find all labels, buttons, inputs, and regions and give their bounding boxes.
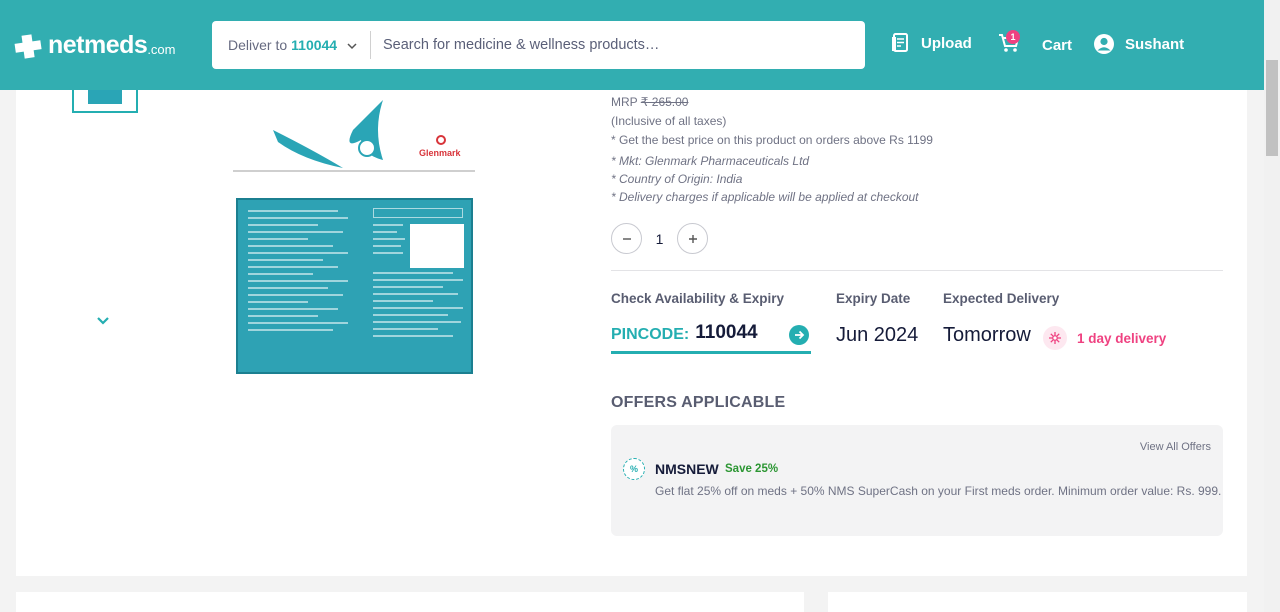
offer-save: Save 25% bbox=[725, 463, 779, 475]
tax-note: (Inclusive of all taxes) bbox=[611, 114, 727, 128]
upload-label: Upload bbox=[921, 34, 972, 52]
scrollbar-thumb[interactable] bbox=[1266, 60, 1278, 156]
expected-delivery-label: Expected Delivery bbox=[943, 291, 1060, 306]
pincode-input[interactable] bbox=[695, 322, 788, 344]
cart-count-badge: 1 bbox=[1006, 30, 1020, 44]
deliver-to-pincode: 110044 bbox=[291, 37, 338, 53]
site-header: netmeds .com Deliver to 110044 Upload 1 … bbox=[0, 0, 1280, 90]
expiry-date-label: Expiry Date bbox=[836, 291, 911, 306]
pincode-label: PINCODE: bbox=[611, 326, 690, 343]
cart-button[interactable]: 1 Cart bbox=[998, 30, 1073, 57]
cart-label: Cart bbox=[1042, 36, 1073, 54]
offer-description: Get flat 25% off on meds + 50% NMS Super… bbox=[655, 484, 1222, 498]
user-name: Sushant bbox=[1125, 35, 1185, 53]
product-image-back bbox=[236, 198, 473, 374]
manufacturer-note: * Mkt: Glenmark Pharmaceuticals Ltd bbox=[611, 154, 810, 168]
mrp-value: ₹ 265.00 bbox=[640, 95, 689, 109]
quantity-value: 1 bbox=[655, 230, 664, 247]
delivery-tag-label: 1 day delivery bbox=[1077, 330, 1167, 346]
check-availability-label: Check Availability & Expiry bbox=[611, 291, 785, 306]
offers-title: OFFERS APPLICABLE bbox=[611, 394, 786, 411]
plus-icon bbox=[688, 234, 697, 243]
quantity-stepper: 1 bbox=[611, 223, 708, 254]
logo-cross-icon bbox=[12, 32, 44, 60]
offer-code: NMSNEW bbox=[655, 461, 719, 477]
search-bar: Deliver to 110044 bbox=[212, 21, 865, 69]
netmeds-logo[interactable]: netmeds .com bbox=[12, 31, 175, 60]
mrp: MRP ₹ 265.00 bbox=[611, 95, 688, 109]
deliver-to-label: Deliver to bbox=[228, 37, 288, 53]
deliver-to-selector[interactable]: Deliver to 110044 bbox=[212, 31, 371, 59]
discount-icon: % bbox=[623, 458, 645, 480]
upload-button[interactable]: Upload bbox=[891, 33, 972, 53]
increase-quantity-button[interactable] bbox=[677, 223, 708, 254]
decrease-quantity-button[interactable] bbox=[611, 223, 642, 254]
logo-text: netmeds bbox=[48, 31, 148, 59]
offer-card: View All Offers % NMSNEW Save 25% Get fl… bbox=[611, 425, 1223, 536]
sparkle-icon bbox=[1043, 326, 1067, 350]
page-scrollbar[interactable] bbox=[1264, 0, 1280, 612]
pincode-field: PINCODE: bbox=[611, 322, 811, 354]
best-price-note: * Get the best price on this product on … bbox=[611, 133, 933, 147]
mrp-label: MRP bbox=[611, 95, 638, 109]
user-avatar-icon bbox=[1094, 34, 1114, 54]
minus-icon bbox=[622, 237, 631, 240]
expiry-date-value: Jun 2024 bbox=[836, 324, 919, 346]
view-all-offers-link[interactable]: View All Offers bbox=[1140, 441, 1211, 453]
delivery-charges-note: * Delivery charges if applicable will be… bbox=[611, 190, 919, 204]
divider bbox=[611, 270, 1223, 271]
brand-name-on-pack: Glenmark bbox=[419, 148, 461, 158]
search-input[interactable] bbox=[383, 37, 843, 53]
lower-card-right bbox=[828, 592, 1247, 612]
chevron-down-icon bbox=[347, 37, 357, 53]
cart-icon: 1 bbox=[998, 30, 1030, 57]
delivery-tag: 1 day delivery bbox=[1043, 326, 1166, 350]
user-account-button[interactable]: Sushant bbox=[1093, 33, 1184, 55]
chevron-down-icon[interactable] bbox=[96, 313, 110, 331]
arrow-right-icon[interactable] bbox=[789, 325, 810, 345]
expected-delivery-value: Tomorrow bbox=[943, 324, 1031, 346]
logo-suffix: .com bbox=[147, 42, 176, 57]
origin-note: * Country of Origin: India bbox=[611, 172, 743, 186]
lower-card-left bbox=[16, 592, 804, 612]
prescription-upload-icon bbox=[892, 33, 908, 52]
